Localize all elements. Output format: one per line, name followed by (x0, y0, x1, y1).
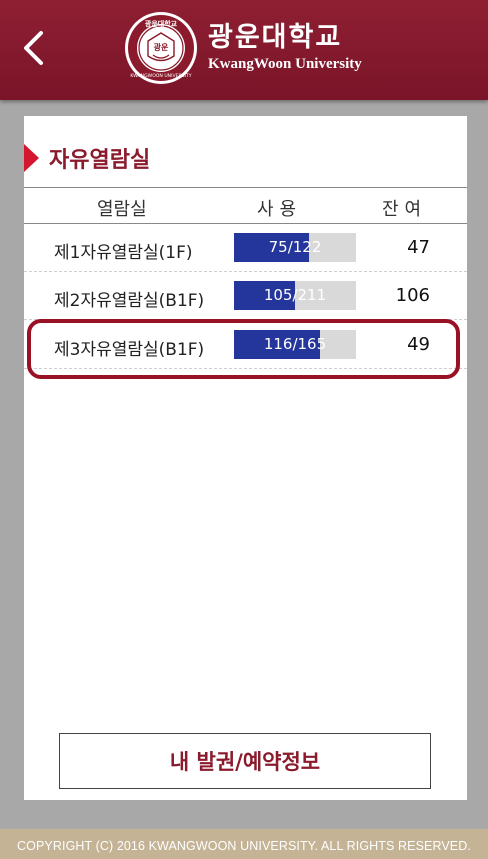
table-header: 열람실 사용 잔여 (24, 187, 467, 224)
remaining-seats: 47 (407, 237, 430, 258)
emblem-center-text: 광운 (154, 42, 169, 52)
reading-room-panel: 자유열람실 열람실 사용 잔여 제1자유열람실(1F) 75/122 47 제2… (24, 116, 467, 800)
section-header: 자유열람실 (24, 140, 150, 176)
header-remaining: 잔여 (382, 199, 428, 220)
logo-title-ko: 광운대학교 (208, 22, 343, 53)
usage-bar: 116/165 (234, 330, 356, 359)
room-name: 제2자유열람실(B1F) (54, 291, 205, 311)
usage-label: 105/211 (263, 286, 327, 304)
header-room: 열람실 (97, 199, 147, 220)
logo-text: 광운대학교 KwangWoon University (208, 23, 362, 73)
usage-label: 75/122 (268, 238, 322, 256)
my-ticket-reservation-button[interactable]: 내 발권/예약정보 (59, 733, 431, 789)
app-header: 광운대학교 KWANGWOON UNIVERSITY 광운 광운대학교 Kwan… (0, 0, 488, 100)
header-usage: 사용 (257, 199, 303, 220)
back-button[interactable] (12, 24, 56, 72)
triangle-marker-icon (24, 144, 39, 172)
copyright-footer: COPYRIGHT (C) 2016 KWANGWOON UNIVERSITY.… (0, 829, 488, 859)
section-title: 자유열람실 (49, 148, 151, 173)
chevron-left-icon (24, 31, 43, 65)
logo-title-en: KwangWoon University (208, 56, 362, 72)
room-name: 제1자유열람실(1F) (54, 243, 193, 263)
room-name: 제3자유열람실(B1F) (54, 340, 205, 360)
remaining-seats: 106 (395, 285, 430, 306)
remaining-seats: 49 (407, 334, 430, 355)
usage-bar: 75/122 (234, 233, 356, 262)
usage-label: 116/165 (263, 335, 327, 353)
university-emblem-icon: 광운대학교 KWANGWOON UNIVERSITY 광운 (125, 12, 197, 84)
university-logo: 광운대학교 KWANGWOON UNIVERSITY 광운 광운대학교 Kwan… (124, 12, 362, 84)
usage-bar: 105/211 (234, 281, 356, 310)
room-row-1[interactable]: 제1자유열람실(1F) 75/122 47 (24, 224, 467, 272)
emblem-bottom-text: KWANGWOON UNIVERSITY (130, 73, 191, 79)
room-row-2[interactable]: 제2자유열람실(B1F) 105/211 106 (24, 272, 467, 320)
room-row-3[interactable]: 제3자유열람실(B1F) 116/165 49 (24, 321, 467, 369)
emblem-ring-text: 광운대학교 (145, 19, 178, 28)
